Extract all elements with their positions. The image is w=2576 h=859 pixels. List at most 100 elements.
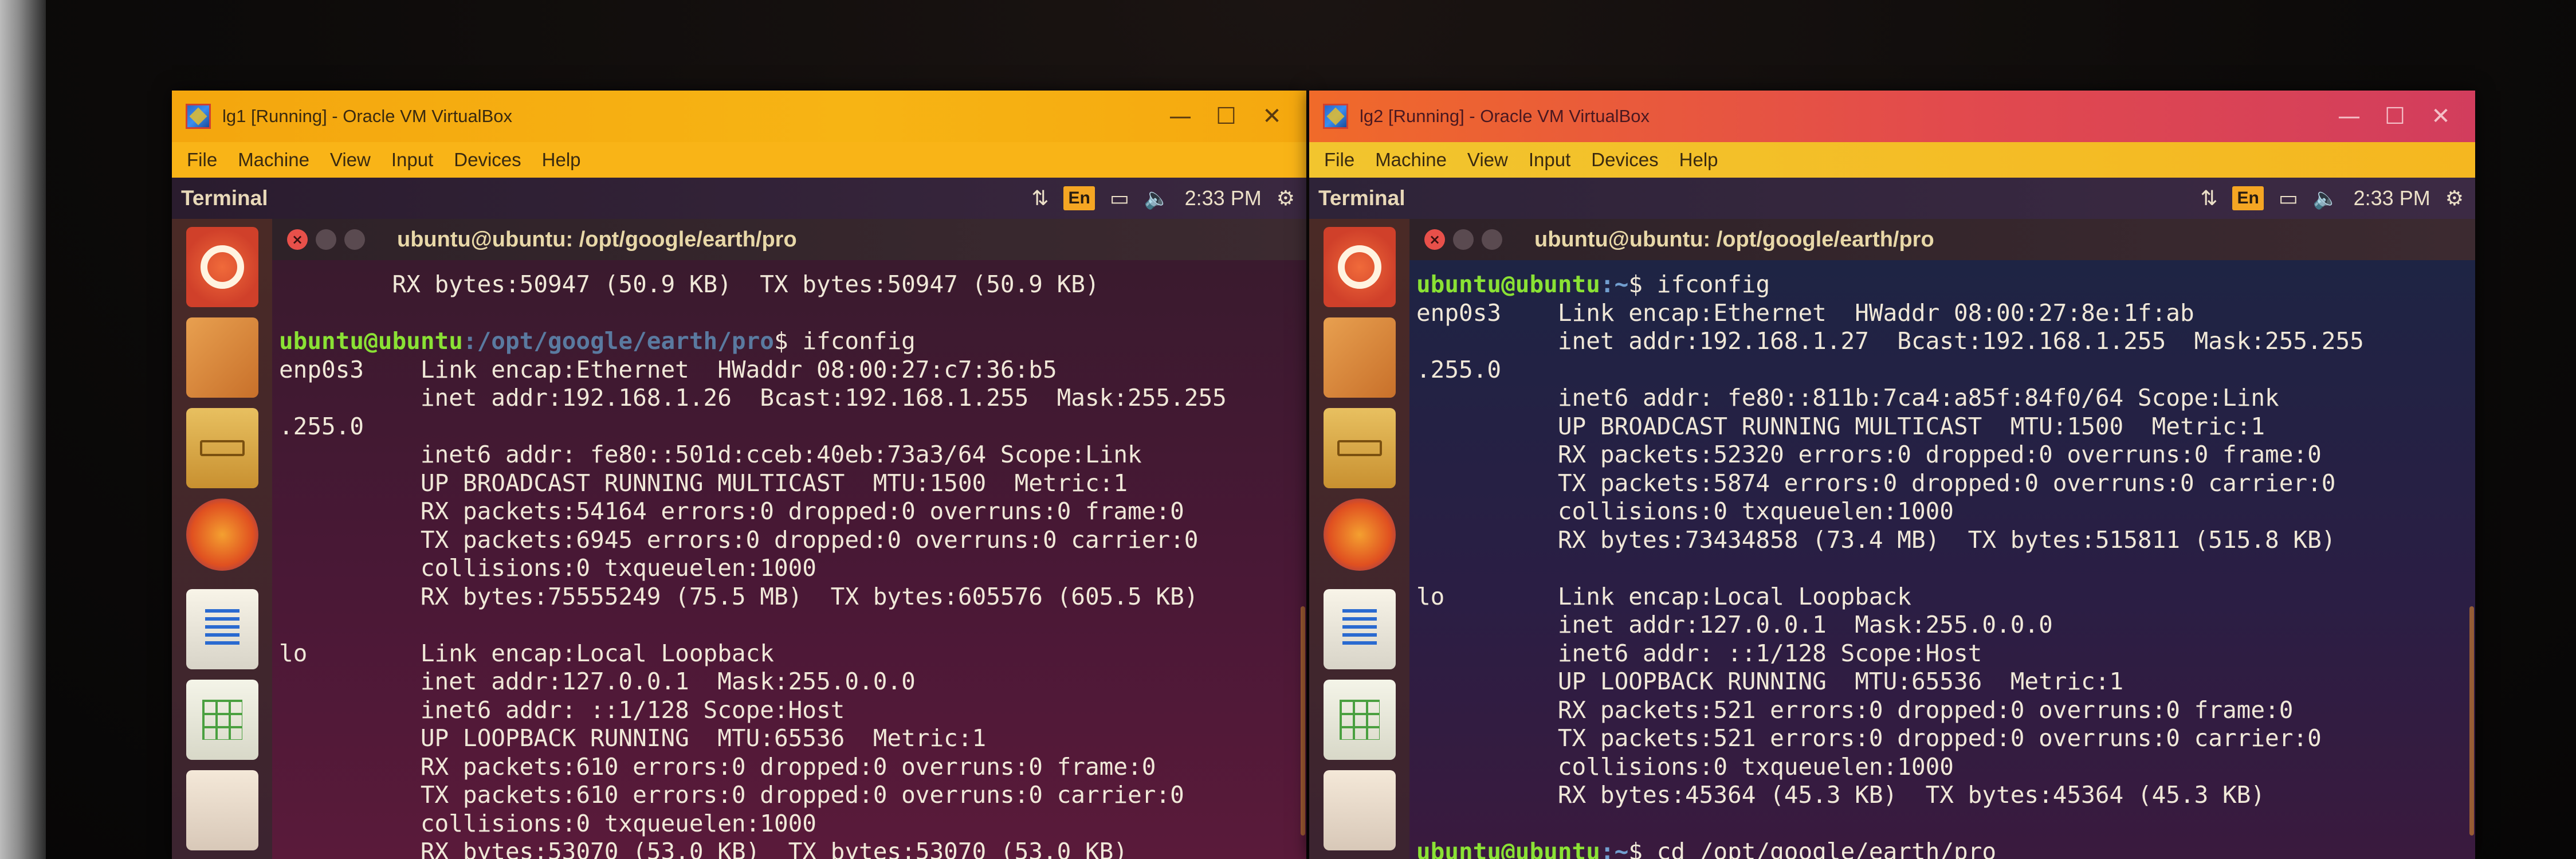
- volume-icon[interactable]: 🔈: [2313, 186, 2339, 210]
- terminal-title: ubuntu@ubuntu: /opt/google/earth/pro: [1534, 227, 1934, 252]
- terminal-prompt-line: ubuntu@ubuntu:~$ ifconfig: [1416, 270, 2475, 299]
- terminal-line: inet addr:192.168.1.26 Bcast:192.168.1.2…: [279, 384, 1227, 411]
- close-button[interactable]: ✕: [2418, 96, 2464, 136]
- terminal-line: enp0s3 Link encap:Ethernet HWaddr 08:00:…: [279, 355, 1057, 383]
- close-button[interactable]: ✕: [1249, 96, 1295, 136]
- menu-help[interactable]: Help: [542, 149, 581, 171]
- prompt-user: ubuntu@ubuntu: [1416, 270, 1600, 298]
- gear-icon[interactable]: ⚙: [2445, 187, 2464, 210]
- menu-machine[interactable]: Machine: [1375, 149, 1447, 171]
- firefox-icon[interactable]: [1324, 499, 1396, 571]
- monitor-bezel: [0, 0, 46, 859]
- window-controls: — ☐ ✕: [1157, 96, 1295, 136]
- software-center-icon[interactable]: [186, 317, 258, 398]
- virtualbox-window-lg1[interactable]: lg1 [Running] - Oracle VM VirtualBox — ☐…: [172, 91, 1306, 859]
- unity-launcher: [172, 219, 272, 859]
- calc-icon[interactable]: [186, 680, 258, 760]
- terminal-scrollbar[interactable]: [2469, 606, 2474, 836]
- prompt-path: :~: [1600, 838, 1629, 859]
- battery-icon[interactable]: ▭: [2279, 187, 2298, 210]
- network-icon[interactable]: ⇅: [1031, 187, 1049, 210]
- clock[interactable]: 2:33 PM: [2354, 186, 2430, 210]
- virtualbox-icon: [1323, 104, 1348, 129]
- terminal-output[interactable]: RX bytes:50947 (50.9 KB) TX bytes:50947 …: [272, 260, 1306, 859]
- gear-icon[interactable]: ⚙: [1277, 187, 1295, 210]
- ubuntu-dash-icon[interactable]: [186, 227, 258, 307]
- menubar: File Machine View Input Devices Help: [1309, 142, 2475, 178]
- terminal-line: inet6 addr: ::1/128 Scope:Host: [1416, 639, 1982, 667]
- menu-input[interactable]: Input: [1529, 149, 1570, 171]
- active-app-title: Terminal: [1318, 186, 1405, 210]
- terminal-close-icon[interactable]: ×: [287, 229, 308, 250]
- terminal-line: UP LOOPBACK RUNNING MTU:65536 Metric:1: [279, 724, 987, 752]
- minimize-button[interactable]: —: [2326, 96, 2372, 136]
- terminal-line: TX packets:6945 errors:0 dropped:0 overr…: [279, 525, 1199, 554]
- keyboard-layout-indicator[interactable]: En: [2232, 186, 2264, 210]
- menu-view[interactable]: View: [330, 149, 371, 171]
- terminal-line: inet addr:192.168.1.27 Bcast:192.168.1.2…: [1416, 327, 2364, 355]
- indicator-area: ⇅ En ▭ 🔈 2:33 PM ⚙: [2185, 186, 2464, 210]
- firefox-icon[interactable]: [186, 499, 258, 571]
- terminal-line: RX bytes:75555249 (75.5 MB) TX bytes:605…: [279, 582, 1199, 610]
- terminal-output[interactable]: ubuntu@ubuntu:~$ ifconfig enp0s3 Link en…: [1409, 260, 2475, 859]
- battery-icon[interactable]: ▭: [1110, 187, 1129, 210]
- terminal-title: ubuntu@ubuntu: /opt/google/earth/pro: [397, 227, 797, 252]
- terminal-line: inet addr:127.0.0.1 Mask:255.0.0.0: [1416, 611, 2053, 638]
- terminal-line: TX packets:5874 errors:0 dropped:0 overr…: [1416, 469, 2336, 497]
- menu-devices[interactable]: Devices: [1591, 149, 1658, 171]
- writer-icon[interactable]: [1324, 589, 1396, 669]
- window-titlebar[interactable]: lg2 [Running] - Oracle VM VirtualBox — ☐…: [1309, 91, 2475, 142]
- files-icon[interactable]: [186, 408, 258, 488]
- terminal-prompt-line: ubuntu@ubuntu:/opt/google/earth/pro$ ifc…: [279, 327, 1306, 356]
- terminal-line: collisions:0 txqueuelen:1000: [279, 809, 816, 837]
- clock[interactable]: 2:33 PM: [1185, 186, 1262, 210]
- terminal-maximize-icon[interactable]: [344, 229, 365, 250]
- terminal-scrollbar[interactable]: [1301, 606, 1305, 836]
- menu-input[interactable]: Input: [391, 149, 433, 171]
- menu-devices[interactable]: Devices: [454, 149, 521, 171]
- terminal-prompt-line: ubuntu@ubuntu:~$ cd /opt/google/earth/pr…: [1416, 838, 2475, 859]
- guest-top-panel: Terminal ⇅ En ▭ 🔈 2:33 PM ⚙: [172, 178, 1306, 219]
- menu-file[interactable]: File: [1324, 149, 1354, 171]
- writer-icon[interactable]: [186, 589, 258, 669]
- window-controls: — ☐ ✕: [2326, 96, 2464, 136]
- network-icon[interactable]: ⇅: [2200, 187, 2217, 210]
- terminal-line: UP BROADCAST RUNNING MULTICAST MTU:1500 …: [279, 469, 1128, 497]
- virtualbox-window-lg2[interactable]: lg2 [Running] - Oracle VM VirtualBox — ☐…: [1309, 91, 2475, 859]
- menu-help[interactable]: Help: [1679, 149, 1718, 171]
- impress-icon[interactable]: [1324, 770, 1396, 850]
- menu-machine[interactable]: Machine: [238, 149, 309, 171]
- terminal-line: RX bytes:73434858 (73.4 MB) TX bytes:515…: [1416, 525, 2336, 554]
- terminal-minimize-icon[interactable]: [316, 229, 336, 250]
- files-icon[interactable]: [1324, 408, 1396, 488]
- maximize-button[interactable]: ☐: [2372, 96, 2418, 136]
- minimize-button[interactable]: —: [1157, 96, 1203, 136]
- prompt-user: ubuntu@ubuntu: [1416, 838, 1600, 859]
- terminal-close-icon[interactable]: ×: [1424, 229, 1445, 250]
- volume-icon[interactable]: 🔈: [1144, 186, 1170, 210]
- terminal-line: UP BROADCAST RUNNING MULTICAST MTU:1500 …: [1416, 412, 2265, 440]
- terminal-maximize-icon[interactable]: [1482, 229, 1502, 250]
- terminal-titlebar[interactable]: × ubuntu@ubuntu: /opt/google/earth/pro: [272, 219, 1306, 260]
- impress-icon[interactable]: [186, 770, 258, 850]
- keyboard-layout-indicator[interactable]: En: [1063, 186, 1095, 210]
- prompt-command: $ cd /opt/google/earth/pro: [1628, 838, 1997, 859]
- terminal-titlebar[interactable]: × ubuntu@ubuntu: /opt/google/earth/pro: [1409, 219, 2475, 260]
- window-titlebar[interactable]: lg1 [Running] - Oracle VM VirtualBox — ☐…: [172, 91, 1306, 142]
- terminal-line: enp0s3 Link encap:Ethernet HWaddr 08:00:…: [1416, 299, 2194, 327]
- maximize-button[interactable]: ☐: [1203, 96, 1249, 136]
- terminal-line: inet6 addr: ::1/128 Scope:Host: [279, 696, 845, 724]
- calc-icon[interactable]: [1324, 680, 1396, 760]
- terminal-line: RX bytes:45364 (45.3 KB) TX bytes:45364 …: [1416, 781, 2265, 809]
- terminal-line: RX packets:52320 errors:0 dropped:0 over…: [1416, 441, 2322, 468]
- window-title: lg2 [Running] - Oracle VM VirtualBox: [1360, 106, 1650, 126]
- terminal-line: .255.0: [1416, 355, 1502, 383]
- menu-file[interactable]: File: [187, 149, 217, 171]
- ubuntu-dash-icon[interactable]: [1324, 227, 1396, 307]
- terminal-minimize-icon[interactable]: [1453, 229, 1474, 250]
- software-center-icon[interactable]: [1324, 317, 1396, 398]
- terminal-line: RX packets:54164 errors:0 dropped:0 over…: [279, 497, 1184, 525]
- menu-view[interactable]: View: [1467, 149, 1508, 171]
- prompt-path: :~: [1600, 270, 1629, 298]
